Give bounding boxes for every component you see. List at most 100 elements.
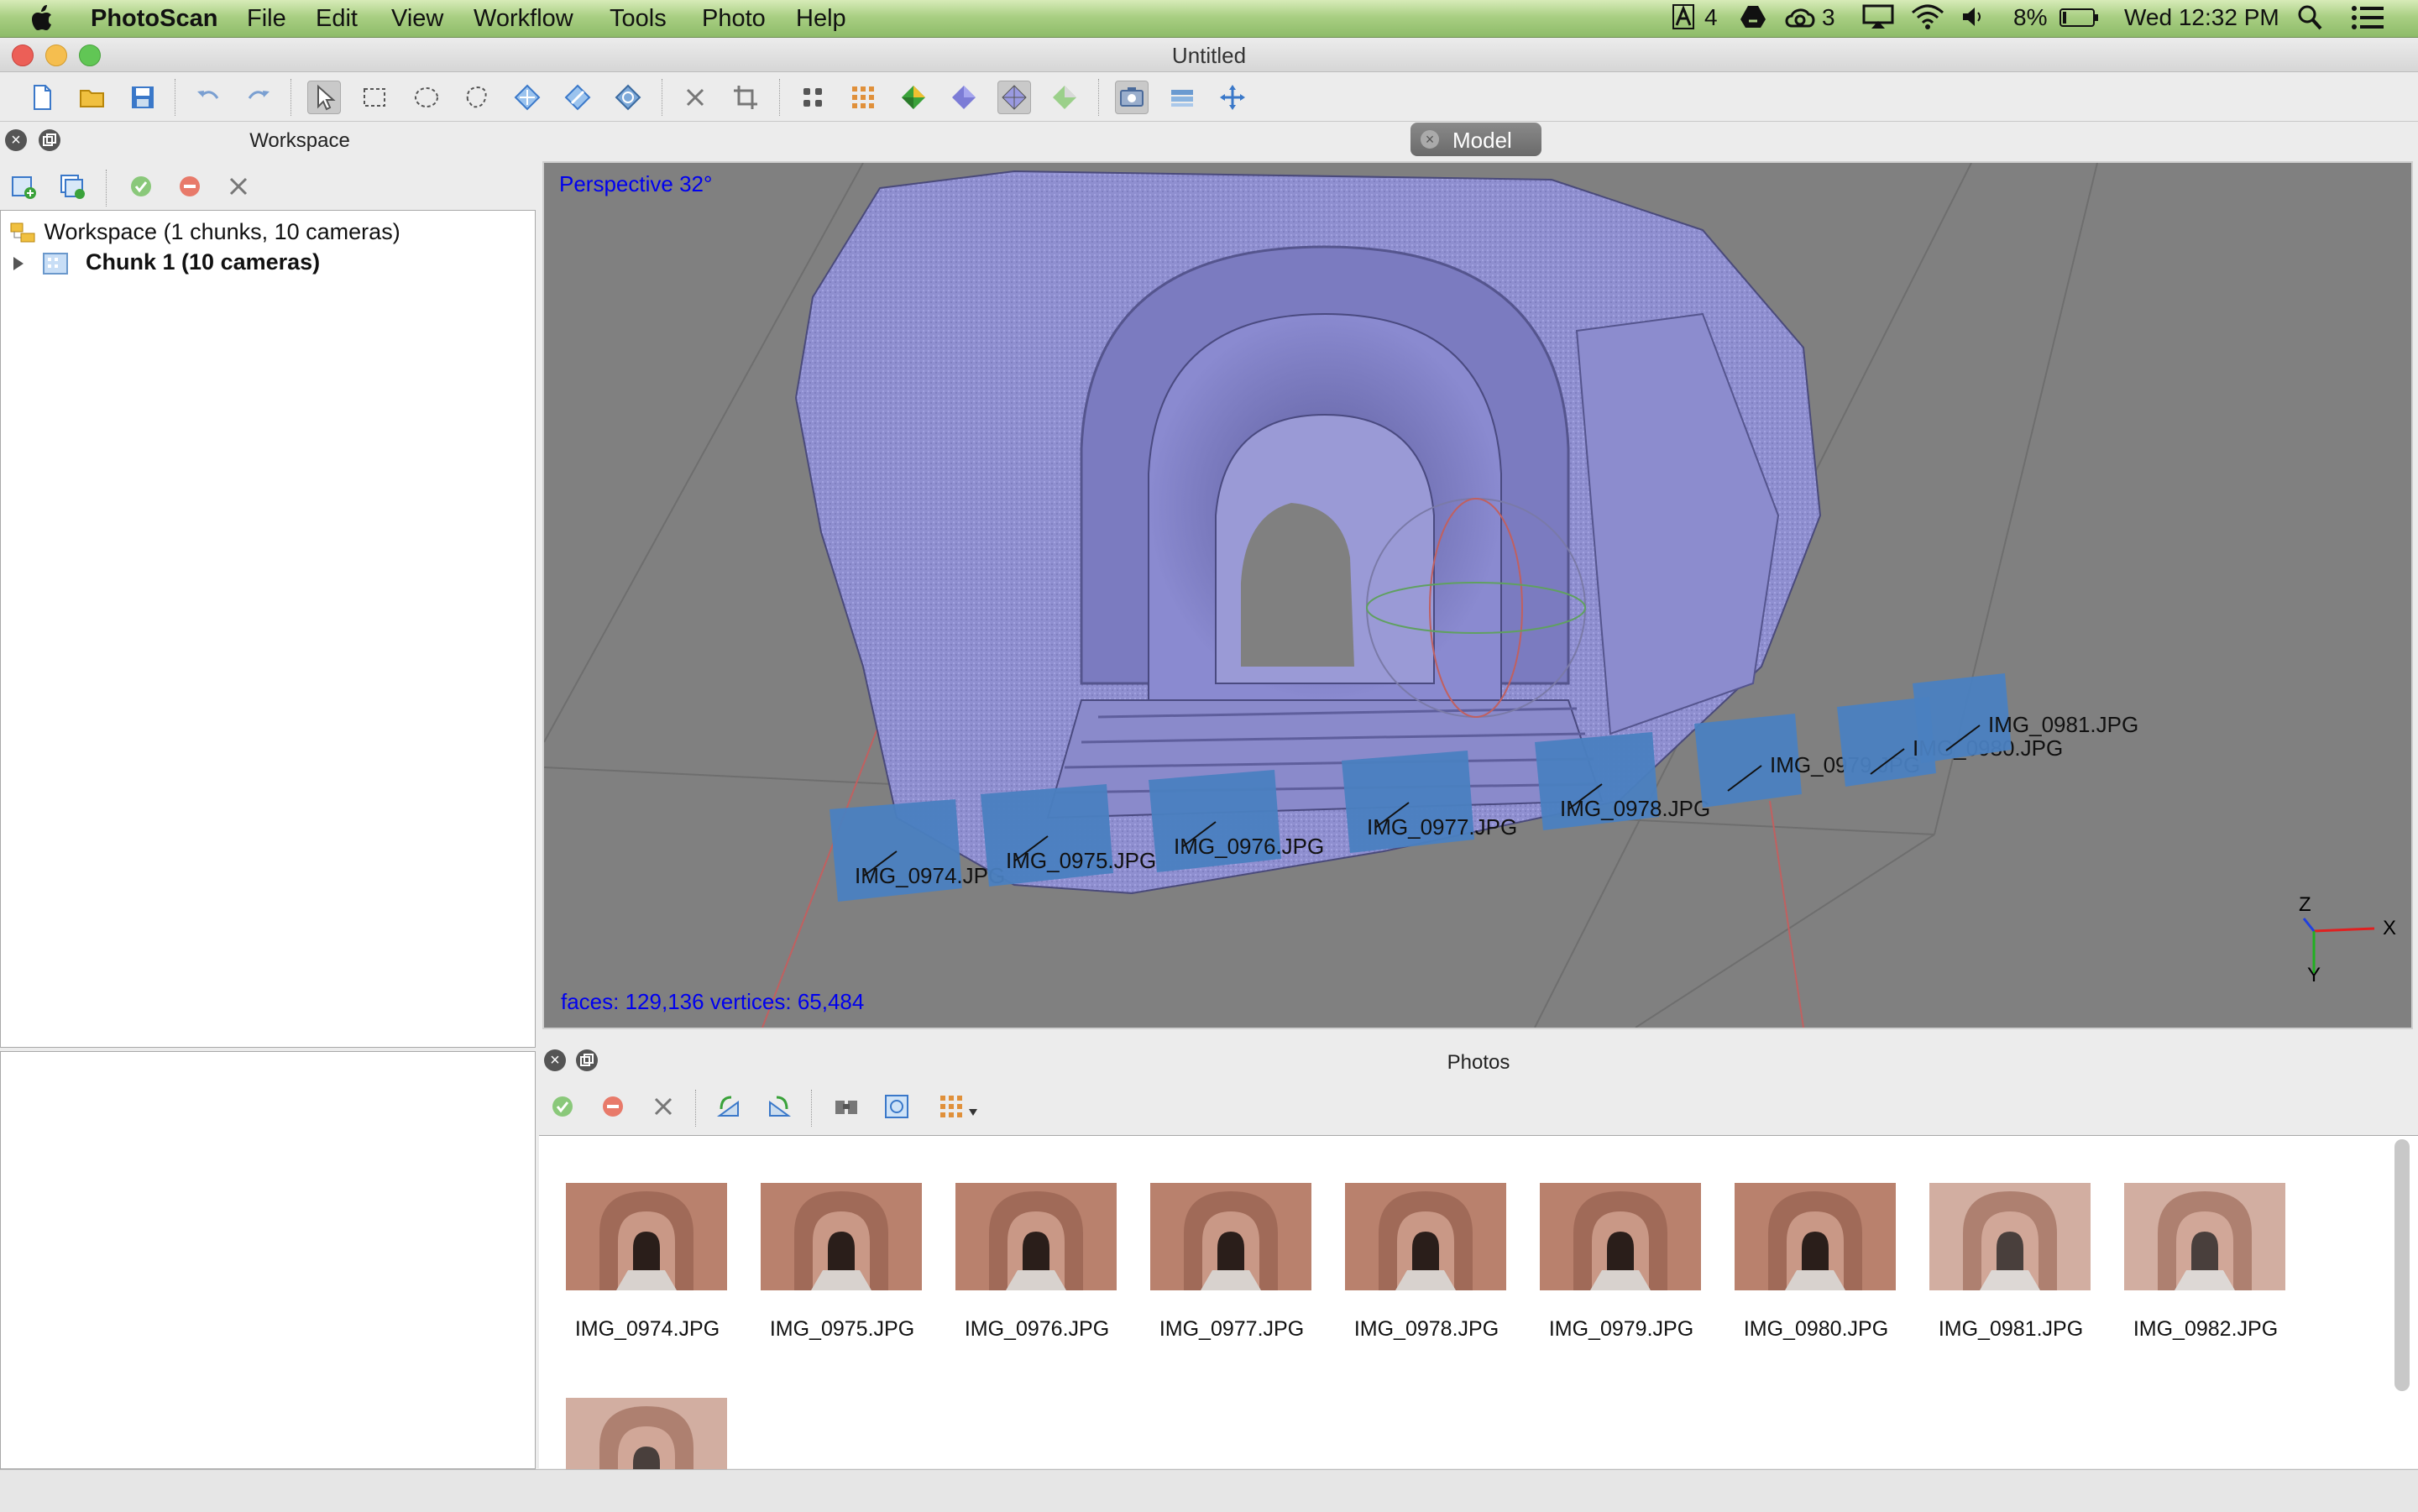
photo-label: IMG_0981.JPG xyxy=(1938,1317,2084,1341)
open-folder-icon[interactable] xyxy=(76,81,109,114)
properties-panel xyxy=(0,1051,536,1469)
menu-workflow[interactable]: Workflow xyxy=(474,5,573,33)
region-edge xyxy=(1769,800,1804,1028)
photos-scrollbar[interactable] xyxy=(2394,1139,2410,1391)
model-wireframe-icon[interactable] xyxy=(997,81,1031,114)
filter-by-selection-icon[interactable] xyxy=(880,1090,913,1123)
rotate-right-icon[interactable] xyxy=(762,1090,796,1123)
delete-selection-icon[interactable] xyxy=(678,81,712,114)
model-tab-label: Model xyxy=(1452,128,1512,153)
adobe-icon[interactable] xyxy=(1672,4,1694,35)
wifi-icon[interactable] xyxy=(1911,4,1944,35)
battery-percent: 8% xyxy=(2013,4,2048,30)
chunk-row[interactable]: Chunk 1 (10 cameras) xyxy=(9,249,320,276)
add-chunk-icon[interactable] xyxy=(7,170,40,203)
circle-selection-icon[interactable] xyxy=(410,81,443,114)
point-cloud-icon[interactable] xyxy=(796,81,830,114)
notification-center-icon[interactable] xyxy=(2351,4,2384,37)
show-region-icon[interactable] xyxy=(1165,81,1199,114)
photo-label: IMG_0975.JPG xyxy=(769,1317,915,1341)
navigation-pointer-icon[interactable] xyxy=(307,81,341,114)
rotate-region-icon[interactable] xyxy=(611,81,645,114)
adobe-count: 4 xyxy=(1704,4,1718,30)
dense-cloud-icon[interactable] xyxy=(846,81,880,114)
spotlight-search-icon[interactable] xyxy=(2297,4,2322,37)
axis-z-label: Z xyxy=(2299,893,2311,916)
apple-menu-icon[interactable] xyxy=(30,3,57,34)
model-tab[interactable]: × Model xyxy=(1410,123,1541,156)
photo-thumbnail[interactable] xyxy=(1150,1183,1311,1290)
photo-thumbnail[interactable] xyxy=(1345,1183,1506,1290)
view-mode-dropdown[interactable] xyxy=(939,1090,986,1123)
disable-photo-icon[interactable] xyxy=(596,1090,630,1123)
close-tab-icon[interactable]: × xyxy=(1421,130,1439,149)
clock[interactable]: Wed 12:32 PM xyxy=(2124,4,2279,31)
app-menu[interactable]: PhotoScan xyxy=(91,5,217,33)
menu-photo[interactable]: Photo xyxy=(702,5,766,33)
rectangle-selection-icon[interactable] xyxy=(358,81,391,114)
photo-label: IMG_0976.JPG xyxy=(964,1317,1110,1341)
move-region-icon[interactable] xyxy=(561,81,594,114)
model-textured-icon[interactable] xyxy=(1048,81,1081,114)
photo-thumbnail[interactable] xyxy=(1735,1183,1896,1290)
workspace-tree: Workspace (1 chunks, 10 cameras) Chunk 1… xyxy=(0,210,536,1048)
toolbar-separator xyxy=(779,79,782,116)
enable-photo-icon[interactable] xyxy=(546,1090,579,1123)
menu-view[interactable]: View xyxy=(391,5,443,33)
model-shaded-icon[interactable] xyxy=(897,81,930,114)
axis-gizmo: Z X Y xyxy=(2282,893,2400,986)
add-photos-icon[interactable] xyxy=(55,170,89,203)
disable-icon[interactable] xyxy=(173,170,207,203)
undo-icon[interactable] xyxy=(191,81,225,114)
creative-cloud-icon[interactable] xyxy=(1783,4,1817,35)
photo-thumbnail[interactable] xyxy=(955,1183,1117,1290)
show-cameras-icon[interactable] xyxy=(1115,81,1149,114)
model-scene[interactable]: IMG_0974.JPGIMG_0975.JPG IMG_0976.JPG IMG_… xyxy=(544,163,2411,1028)
photo-label: IMG_0982.JPG xyxy=(2133,1317,2279,1341)
photo-thumbnail[interactable] xyxy=(1929,1183,2091,1290)
show-trackball-icon[interactable] xyxy=(1216,81,1249,114)
toolbar-separator xyxy=(662,79,664,116)
enable-icon[interactable] xyxy=(124,170,158,203)
resize-region-icon[interactable] xyxy=(510,81,544,114)
free-form-selection-icon[interactable] xyxy=(460,81,494,114)
menu-edit[interactable]: Edit xyxy=(316,5,358,33)
menu-tools[interactable]: Tools xyxy=(610,5,667,33)
expand-triangle-icon[interactable] xyxy=(9,254,28,274)
airplay-icon[interactable] xyxy=(1862,4,1894,35)
photo-label: IMG_0974.JPG xyxy=(574,1317,720,1341)
photo-thumbnail[interactable] xyxy=(761,1183,922,1290)
redo-icon[interactable] xyxy=(242,81,275,114)
toolbar-separator xyxy=(695,1090,698,1127)
photo-thumbnail[interactable] xyxy=(566,1183,727,1290)
menu-file[interactable]: File xyxy=(247,5,286,33)
photo-thumbnail[interactable] xyxy=(2124,1183,2285,1290)
workspace-root-row[interactable]: Workspace (1 chunks, 10 cameras) xyxy=(9,219,400,245)
chunk-label: Chunk 1 (10 cameras) xyxy=(86,249,321,275)
model-solid-icon[interactable] xyxy=(947,81,981,114)
main-toolbar xyxy=(0,72,2418,122)
toolbar-separator xyxy=(290,79,293,116)
crop-selection-icon[interactable] xyxy=(729,81,762,114)
camera-label: IMG_0975.JPG xyxy=(1006,848,1156,873)
volume-icon[interactable] xyxy=(1961,4,1985,35)
camera-label: IMG_0976.JPG xyxy=(1174,834,1324,859)
new-document-icon[interactable] xyxy=(25,81,59,114)
photo-thumbnail[interactable] xyxy=(1540,1183,1701,1290)
remove-icon[interactable] xyxy=(222,170,255,203)
camera-label: IMG_0974.JPG xyxy=(855,863,1005,888)
google-drive-icon[interactable] xyxy=(1740,4,1766,35)
battery-icon[interactable] xyxy=(2059,4,2099,35)
reset-filter-icon[interactable] xyxy=(830,1090,863,1123)
photos-grid: IMG_0974.JPG IMG_0975.JPG IMG_0976.JPG I… xyxy=(539,1135,2418,1505)
title-bar: Untitled xyxy=(0,38,2418,72)
workspace-root-label: Workspace (1 chunks, 10 cameras) xyxy=(44,219,400,244)
toolbar-separator xyxy=(1098,79,1101,116)
menu-help[interactable]: Help xyxy=(796,5,846,33)
remove-photo-icon[interactable] xyxy=(646,1090,680,1123)
chunk-icon xyxy=(42,252,68,275)
camera-label: IMG_0977.JPG xyxy=(1367,814,1517,840)
save-icon[interactable] xyxy=(126,81,160,114)
model-viewport[interactable]: IMG_0974.JPG IMG_0975.JPG IMG_0976.JPG IMG_… xyxy=(542,161,2413,1029)
rotate-left-icon[interactable] xyxy=(712,1090,746,1123)
